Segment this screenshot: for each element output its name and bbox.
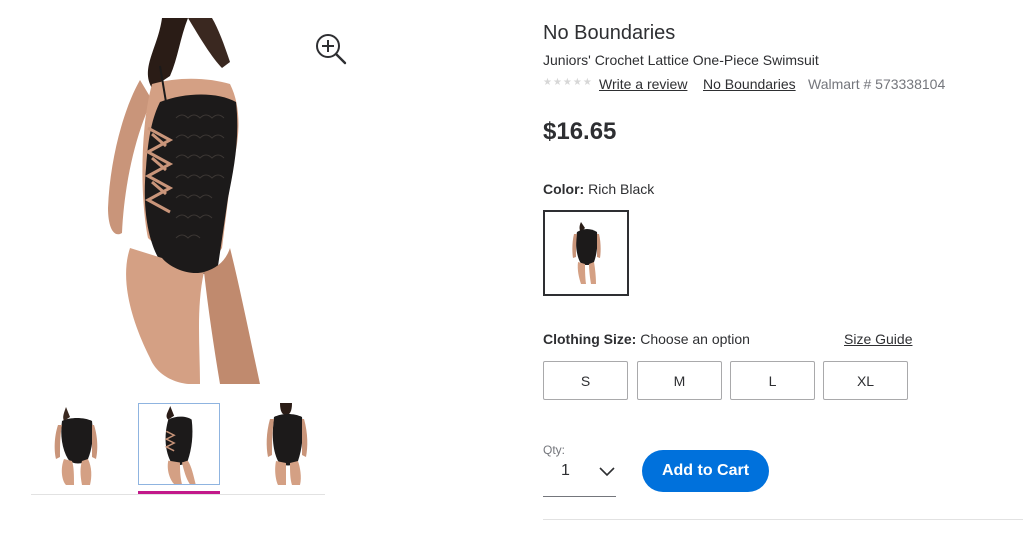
size-guide-link[interactable]: Size Guide xyxy=(844,331,912,347)
color-label-key: Color: xyxy=(543,181,585,197)
size-option-m[interactable]: M xyxy=(637,361,722,400)
product-price: $16.65 xyxy=(543,118,617,145)
size-value: Choose an option xyxy=(640,331,750,347)
size-label: Clothing Size: Choose an option xyxy=(543,331,750,347)
size-option-xl[interactable]: XL xyxy=(823,361,908,400)
add-to-cart-button[interactable]: Add to Cart xyxy=(642,450,769,492)
chevron-down-icon xyxy=(599,467,615,477)
color-swatch-rich-black[interactable] xyxy=(543,210,629,296)
size-option-l[interactable]: L xyxy=(730,361,815,400)
swatch-image xyxy=(572,222,601,284)
rating-stars: ★★★★★ xyxy=(543,77,593,88)
color-label: Color: Rich Black xyxy=(543,181,654,197)
item-number: Walmart # 573338104 xyxy=(808,76,946,92)
size-option-s[interactable]: S xyxy=(543,361,628,400)
write-review-link[interactable]: Write a review xyxy=(599,76,687,92)
main-product-image[interactable] xyxy=(100,18,275,384)
selected-thumbnail-indicator xyxy=(138,491,220,494)
zoom-button[interactable] xyxy=(314,32,348,66)
back-view-thumbnail xyxy=(266,403,308,485)
quantity-select[interactable]: 1 xyxy=(543,455,616,497)
quantity-value: 1 xyxy=(561,462,570,479)
color-value: Rich Black xyxy=(588,181,655,197)
thumbnail-1[interactable] xyxy=(36,403,118,485)
zoom-in-icon xyxy=(316,34,347,65)
side-view-thumbnail xyxy=(164,405,196,484)
product-brand: No Boundaries xyxy=(543,22,676,44)
section-divider xyxy=(543,519,1023,520)
size-label-key: Clothing Size: xyxy=(543,331,637,347)
thumbnail-divider xyxy=(31,494,325,495)
thumbnail-3[interactable] xyxy=(246,403,328,485)
front-view-thumbnail xyxy=(54,407,98,485)
brand-link[interactable]: No Boundaries xyxy=(703,76,796,92)
thumbnail-2[interactable] xyxy=(138,403,220,485)
product-title: Juniors' Crochet Lattice One-Piece Swims… xyxy=(543,52,819,68)
